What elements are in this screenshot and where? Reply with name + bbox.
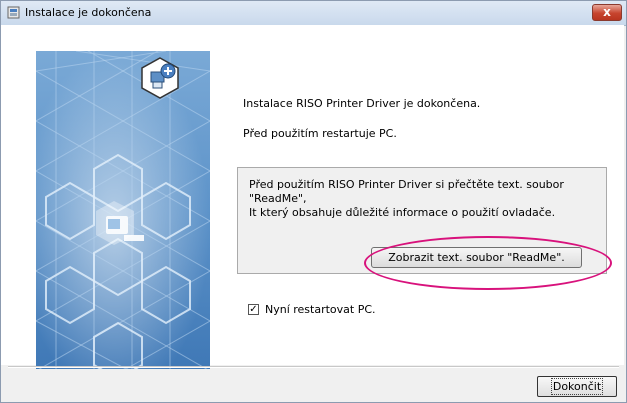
footer-divider <box>8 366 619 368</box>
installer-app-icon <box>7 6 20 19</box>
close-icon: x <box>603 5 611 19</box>
readme-highlight-ellipse <box>364 236 612 290</box>
printer-hexagon-graphic <box>36 51 210 369</box>
window-title: Instalace je dokončena <box>25 6 152 19</box>
readme-info-text: Před použitím RISO Printer Driver si pře… <box>249 178 564 219</box>
finish-button[interactable]: Dokončit <box>537 376 617 397</box>
restart-checkbox[interactable]: ✓ <box>248 304 259 315</box>
close-button[interactable]: x <box>592 4 622 21</box>
finish-button-label: Dokončit <box>550 378 604 395</box>
restart-instruction: Před použitím restartuje PC. <box>243 127 397 140</box>
install-complete-message: Instalace RISO Printer Driver je dokonče… <box>243 97 481 110</box>
add-printer-badge-icon <box>141 57 179 99</box>
title-bar[interactable]: Instalace je dokončena x <box>1 1 626 26</box>
restart-checkbox-label[interactable]: Nyní restartovat PC. <box>265 303 376 316</box>
